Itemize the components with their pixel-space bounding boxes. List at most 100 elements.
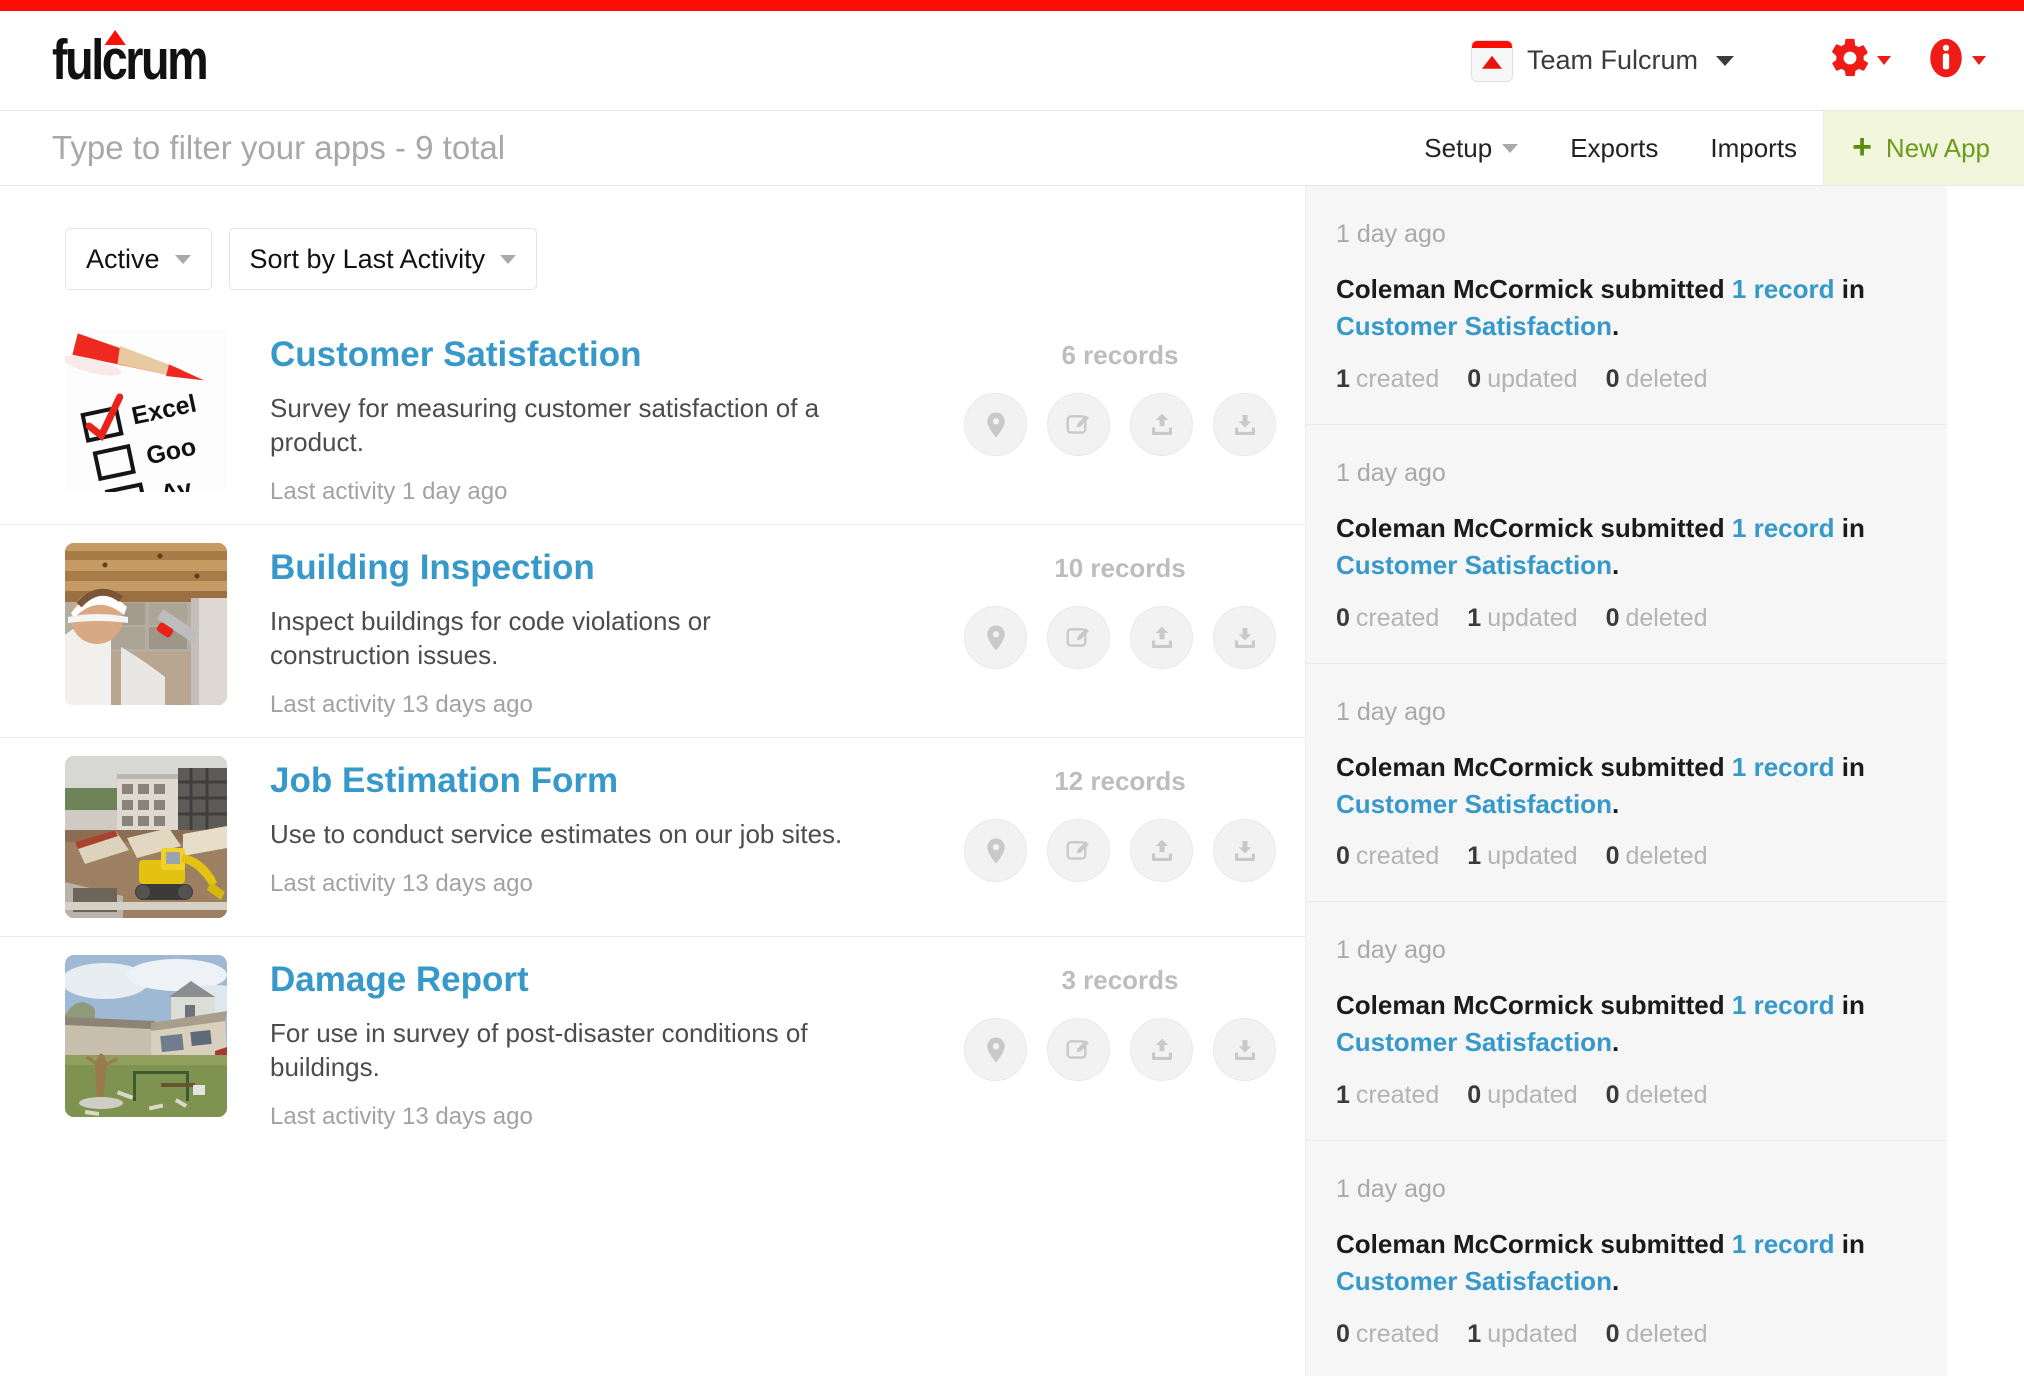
fulcrum-logo[interactable]: fulcrum: [52, 30, 209, 89]
status-filter-dropdown[interactable]: Active: [65, 228, 212, 290]
help-menu-button[interactable]: [1925, 37, 1986, 84]
activity-period: .: [1611, 1266, 1620, 1297]
activity-message: Coleman McCormick submitted 1 record in …: [1336, 987, 1917, 1061]
app-title-link[interactable]: Damage Report: [270, 961, 529, 1000]
upload-icon-button[interactable]: [1130, 393, 1193, 456]
activity-app-link[interactable]: Customer Satisfaction: [1336, 550, 1612, 580]
nav-label: Imports: [1710, 132, 1798, 163]
activity-item[interactable]: 1 day ago Coleman McCormick submitted 1 …: [1306, 1141, 1947, 1376]
settings-menu-button[interactable]: [1828, 36, 1891, 85]
app-thumbnail-storm-damaged-house: [65, 955, 227, 1118]
activity-record-link[interactable]: 1 record: [1732, 752, 1835, 782]
nav-label: Exports: [1570, 132, 1659, 163]
app-filter-input[interactable]: [0, 111, 1399, 185]
deleted-count: 0 deleted: [1606, 1081, 1708, 1110]
created-value: 0: [1336, 842, 1350, 871]
app-action-buttons: [964, 1018, 1276, 1082]
app-title-link[interactable]: Job Estimation Form: [270, 762, 618, 801]
download-icon-button[interactable]: [1213, 606, 1276, 670]
map-pin-icon-button[interactable]: [964, 1018, 1027, 1082]
updated-value: 0: [1467, 1081, 1482, 1110]
activity-preposition: in: [1841, 1229, 1865, 1260]
created-label: created: [1355, 364, 1440, 393]
deleted-value: 0: [1605, 1320, 1620, 1349]
app-list-item[interactable]: Excel Goo Av Customer Satisfaction Surve…: [0, 312, 1305, 524]
activity-feed[interactable]: 1 day ago Coleman McCormick submitted 1 …: [1305, 186, 1947, 1376]
logo-text: fulcrum: [52, 28, 209, 92]
record-count: 12 records: [1054, 766, 1186, 797]
activity-message: Coleman McCormick submitted 1 record in …: [1336, 271, 1917, 345]
activity-record-link[interactable]: 1 record: [1732, 1229, 1835, 1259]
activity-counts: 1 created 0 updated 0 deleted: [1336, 365, 1917, 394]
edit-icon-button[interactable]: [1047, 393, 1110, 456]
map-pin-icon-button[interactable]: [964, 819, 1027, 883]
app-meta: 3 records: [935, 955, 1305, 1082]
activity-message: Coleman McCormick submitted 1 record in …: [1336, 749, 1917, 823]
download-icon-button[interactable]: [1213, 1018, 1276, 1082]
main-nav: Setup Exports Imports + New App: [1398, 111, 2024, 185]
chevron-down-icon: [1877, 56, 1891, 65]
logo-triangle-icon: [104, 30, 126, 45]
gear-icon: [1828, 36, 1872, 85]
chevron-down-icon: [174, 254, 191, 264]
app-list-item[interactable]: Building Inspection Inspect buildings fo…: [0, 524, 1305, 737]
deleted-value: 0: [1605, 1081, 1620, 1110]
chevron-down-icon: [500, 254, 517, 264]
app-action-buttons: [964, 819, 1276, 883]
updated-count: 1 updated: [1467, 604, 1577, 633]
sort-dropdown[interactable]: Sort by Last Activity: [228, 228, 538, 290]
activity-period: .: [1611, 788, 1620, 819]
activity-message: Coleman McCormick submitted 1 record in …: [1336, 510, 1917, 584]
nav-item-imports[interactable]: Imports: [1684, 111, 1823, 185]
activity-item[interactable]: 1 day ago Coleman McCormick submitted 1 …: [1306, 664, 1947, 903]
app-last-activity: Last activity 13 days ago: [270, 1103, 533, 1131]
app-title-link[interactable]: Customer Satisfaction: [270, 335, 641, 375]
record-count: 3 records: [1061, 965, 1179, 996]
app-list-item[interactable]: Damage Report For use in survey of post-…: [0, 936, 1305, 1149]
activity-preposition: in: [1841, 512, 1865, 543]
map-pin-icon-button[interactable]: [964, 393, 1027, 456]
record-count: 10 records: [1054, 553, 1186, 584]
activity-counts: 1 created 0 updated 0 deleted: [1336, 1081, 1917, 1110]
apps-column: Active Sort by Last Activity Excel Goo A…: [0, 186, 1305, 1376]
nav-item-setup[interactable]: Setup: [1398, 111, 1544, 185]
new-app-button[interactable]: + New App: [1823, 111, 2024, 185]
edit-icon-button[interactable]: [1047, 819, 1110, 883]
plus-icon: +: [1852, 128, 1872, 167]
app-meta: 6 records: [935, 330, 1305, 456]
upload-icon-button[interactable]: [1130, 606, 1193, 670]
edit-icon-button[interactable]: [1047, 1018, 1110, 1082]
activity-period: .: [1611, 549, 1620, 580]
activity-app-link[interactable]: Customer Satisfaction: [1336, 1266, 1612, 1296]
info-icon: [1925, 37, 1967, 84]
chevron-down-icon: [1502, 143, 1519, 153]
created-count: 1 created: [1336, 1081, 1439, 1110]
upload-icon-button[interactable]: [1130, 1018, 1193, 1082]
activity-app-link[interactable]: Customer Satisfaction: [1336, 789, 1612, 819]
deleted-label: deleted: [1625, 1320, 1708, 1349]
updated-label: updated: [1487, 1320, 1578, 1349]
download-icon-button[interactable]: [1213, 819, 1276, 883]
app-list-item[interactable]: Job Estimation Form Use to conduct servi…: [0, 737, 1305, 936]
deleted-count: 0 deleted: [1606, 1320, 1708, 1349]
activity-preposition: in: [1841, 274, 1865, 304]
activity-record-link[interactable]: 1 record: [1732, 513, 1835, 543]
activity-item[interactable]: 1 day ago Coleman McCormick submitted 1 …: [1306, 902, 1947, 1142]
activity-app-link[interactable]: Customer Satisfaction: [1336, 1027, 1612, 1057]
team-switcher[interactable]: Team Fulcrum: [1470, 39, 1734, 82]
updated-value: 1: [1467, 842, 1482, 871]
download-icon-button[interactable]: [1213, 393, 1276, 456]
activity-item[interactable]: 1 day ago Coleman McCormick submitted 1 …: [1306, 186, 1947, 425]
app-title-link[interactable]: Building Inspection: [270, 549, 595, 588]
sort-label: Sort by Last Activity: [249, 243, 486, 274]
map-pin-icon-button[interactable]: [964, 606, 1027, 670]
activity-record-link[interactable]: 1 record: [1732, 990, 1835, 1020]
activity-item[interactable]: 1 day ago Coleman McCormick submitted 1 …: [1306, 425, 1947, 664]
upload-icon-button[interactable]: [1130, 819, 1193, 883]
created-value: 0: [1336, 1320, 1350, 1349]
nav-item-exports[interactable]: Exports: [1544, 111, 1684, 185]
activity-verb: submitted: [1600, 512, 1725, 543]
activity-record-link[interactable]: 1 record: [1732, 274, 1835, 304]
activity-app-link[interactable]: Customer Satisfaction: [1336, 311, 1612, 341]
edit-icon-button[interactable]: [1047, 606, 1110, 670]
